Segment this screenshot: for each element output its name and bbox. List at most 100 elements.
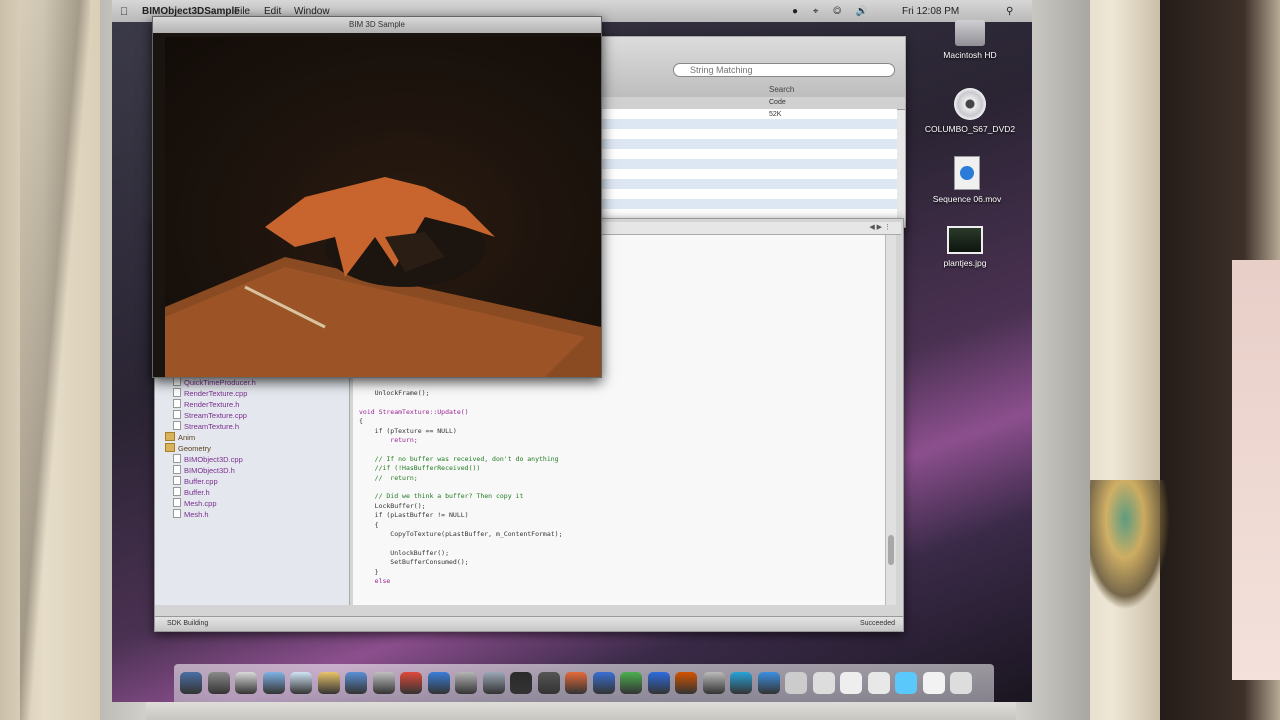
editor-nav-controls[interactable]: ◀ ▶ ⋮	[869, 223, 891, 231]
code-line[interactable]: if (pTexture == NULL)	[359, 427, 457, 435]
code-line[interactable]: SetBufferConsumed();	[359, 558, 468, 566]
tree-item-label: Buffer.h	[184, 488, 210, 497]
dock-app-icon[interactable]	[510, 672, 532, 694]
tree-item-label: StreamTexture.h	[184, 422, 240, 431]
source-file-icon	[173, 388, 181, 397]
tree-item-label: BIMObject3D.cpp	[184, 455, 243, 464]
dock-app-icon[interactable]	[262, 672, 285, 694]
desktop-icon-movie[interactable]: Sequence 06.mov	[912, 156, 1022, 204]
tree-file[interactable]: Buffer.h	[173, 487, 210, 497]
folder-icon	[165, 443, 175, 452]
build-result-text: Succeeded	[859, 620, 895, 627]
dock-app-icon[interactable]	[702, 672, 725, 694]
editor-scroll-thumb[interactable]	[888, 535, 894, 565]
tree-file[interactable]: Mesh.cpp	[173, 498, 217, 508]
monitor-stand-edge	[146, 700, 1016, 720]
code-line[interactable]: {	[359, 417, 363, 425]
dock-app-icon[interactable]	[537, 672, 560, 694]
dock-app-icon[interactable]	[317, 672, 340, 694]
dock-app-icon[interactable]	[482, 672, 505, 694]
hard-drive-icon	[955, 20, 985, 46]
dock-app-icon[interactable]	[290, 672, 312, 694]
tree-file[interactable]: BIMObject3D.cpp	[173, 454, 243, 464]
dock	[174, 664, 994, 702]
menu-extras[interactable]: ● ⌖ ◎ 🔊	[792, 6, 874, 17]
dock-app-icon[interactable]	[922, 672, 945, 694]
search-results-window: 🔍 Search Code 52K	[592, 36, 906, 228]
source-file-icon	[173, 498, 181, 507]
tree-item-label: Mesh.cpp	[184, 499, 217, 508]
dock-app-icon[interactable]	[675, 672, 697, 694]
render-window-titlebar[interactable]: BIM 3D Sample	[153, 17, 601, 33]
code-line[interactable]: LockBuffer();	[359, 502, 426, 510]
dock-app-icon[interactable]	[345, 672, 367, 694]
desktop-icon-image[interactable]: plantjes.jpg	[910, 226, 1020, 268]
desktop-icon-label: Sequence 06.mov	[932, 194, 1002, 204]
tree-file[interactable]: RenderTexture.cpp	[173, 388, 247, 398]
code-line[interactable]: // If no buffer was received, don't do a…	[359, 455, 559, 463]
dock-app-icon[interactable]	[455, 672, 477, 694]
code-line[interactable]: UnlockBuffer();	[359, 549, 449, 557]
code-line[interactable]: UnlockFrame();	[359, 389, 430, 397]
dock-app-icon[interactable]	[785, 672, 807, 694]
dock-app-icon[interactable]	[372, 672, 395, 694]
source-file-icon	[173, 421, 181, 430]
tree-file[interactable]: QuickTimeProducer.h	[173, 377, 256, 387]
dock-app-icon[interactable]	[867, 672, 890, 694]
tree-item-label: Geometry	[178, 444, 211, 453]
tree-item-label: RenderTexture.cpp	[184, 389, 248, 398]
column-code[interactable]: Code	[769, 99, 786, 106]
dock-app-icon[interactable]	[592, 672, 615, 694]
spotlight-icon[interactable]: ⚲	[1006, 6, 1013, 17]
dock-app-icon[interactable]	[757, 672, 780, 694]
tree-file[interactable]: Buffer.cpp	[173, 476, 218, 486]
tree-file[interactable]: StreamTexture.h	[173, 421, 239, 431]
dock-app-icon[interactable]	[565, 672, 587, 694]
dock-app-icon[interactable]	[730, 672, 752, 694]
tree-item-label: StreamTexture.cpp	[184, 411, 247, 420]
desktop-icon-label: COLUMBO_S67_DVD2	[924, 124, 1016, 134]
dock-app-icon[interactable]	[207, 672, 230, 694]
render-preview-window[interactable]: BIM 3D Sample	[152, 16, 602, 378]
monitor-screen:  BIMObject3DSample File Edit Window ● ⌖…	[112, 0, 1032, 702]
dock-app-icon[interactable]	[427, 672, 450, 694]
tree-file[interactable]: Mesh.h	[173, 509, 209, 519]
tree-file[interactable]: BIMObject3D.h	[173, 465, 235, 475]
build-status-text: SDK Building	[167, 620, 209, 627]
code-line[interactable]: if (pLastBuffer != NULL)	[359, 511, 469, 519]
code-line[interactable]: // Did we think a buffer? Then copy it	[359, 492, 524, 500]
tree-item-label: Buffer.cpp	[184, 477, 218, 486]
desktop-icon-macintosh-hd[interactable]: Macintosh HD	[915, 20, 1025, 60]
dock-app-icon[interactable]	[950, 672, 972, 694]
code-line[interactable]: {	[359, 521, 379, 529]
dock-app-icon[interactable]	[895, 672, 917, 694]
tree-file[interactable]: StreamTexture.cpp	[173, 410, 247, 420]
code-line[interactable]: //if (!HasBufferReceived())	[359, 464, 481, 472]
dock-app-icon[interactable]	[812, 672, 835, 694]
code-line[interactable]: return;	[359, 436, 417, 444]
menu-clock[interactable]: Fri 12:08 PM	[902, 6, 959, 17]
code-line[interactable]: CopyToTexture(pLastBuffer, m_ContentForm…	[359, 530, 562, 538]
code-line[interactable]: // return;	[359, 474, 418, 482]
results-table[interactable]: 52K	[593, 109, 897, 219]
dock-app-icon[interactable]	[840, 672, 862, 694]
dock-app-icon[interactable]	[235, 672, 257, 694]
render-viewport[interactable]	[165, 37, 601, 377]
table-cell-code: 52K	[769, 111, 782, 118]
dock-app-icon[interactable]	[647, 672, 670, 694]
tree-item-label: Anim	[178, 433, 196, 442]
tree-item-label: BIMObject3D.h	[184, 466, 235, 475]
tree-file[interactable]: RenderTexture.h	[173, 399, 239, 409]
editor-scrollbar[interactable]	[885, 235, 896, 605]
desktop-icon-dvd[interactable]: COLUMBO_S67_DVD2	[915, 88, 1025, 134]
search-input[interactable]	[673, 63, 895, 77]
dock-app-icon[interactable]	[620, 672, 642, 694]
tree-group[interactable]: Anim	[165, 432, 195, 442]
code-line[interactable]: }	[359, 568, 379, 576]
tree-group[interactable]: Geometry	[165, 443, 211, 453]
code-line[interactable]: void StreamTexture::Update()	[359, 408, 469, 416]
code-line[interactable]: else	[359, 577, 391, 585]
apple-menu-icon[interactable]: 	[120, 6, 128, 18]
dock-app-icon[interactable]	[400, 672, 422, 694]
dock-app-icon[interactable]	[180, 672, 202, 694]
